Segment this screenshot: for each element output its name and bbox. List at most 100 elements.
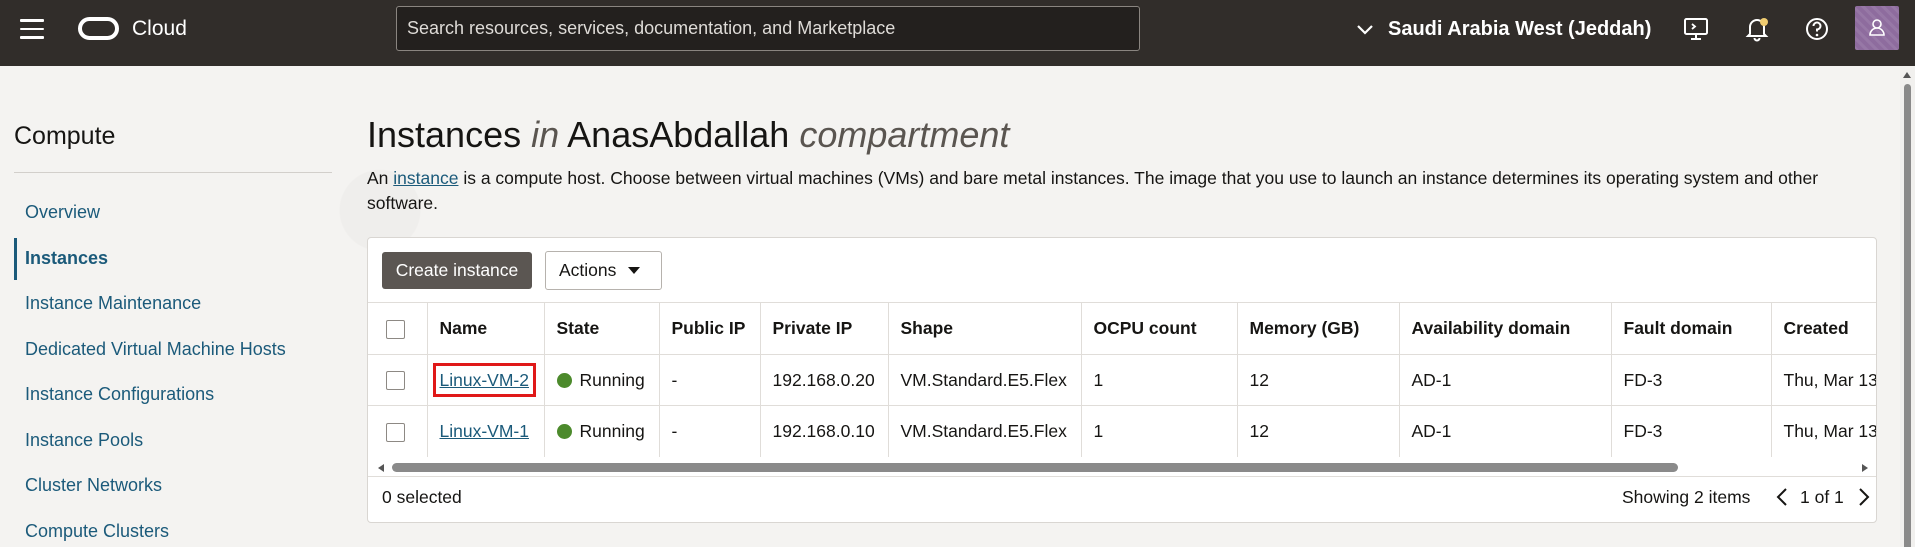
column-header[interactable]: Private IP: [760, 302, 889, 355]
sidebar-divider: [14, 172, 332, 173]
table-header-row: Name State Public IP Private IP Shape OC…: [368, 302, 1876, 355]
page-description: An instance is a compute host. Choose be…: [367, 166, 1847, 216]
chevron-down-icon: [1357, 25, 1373, 35]
table-row: Linux-VM-2 Running - 192.168.0.20 VM.Sta…: [368, 354, 1876, 406]
chevron-right-icon: [1859, 488, 1870, 506]
name-cell: Linux-VM-2: [427, 354, 545, 406]
sidebar-item-overview[interactable]: Overview: [25, 202, 100, 223]
instance-link[interactable]: Linux-VM-2: [432, 362, 537, 397]
select-all-checkbox[interactable]: [386, 319, 405, 339]
instances-panel: Create instance Actions Name State Publi…: [367, 237, 1877, 523]
private-ip-cell: 192.168.0.10: [760, 405, 889, 457]
menu-icon[interactable]: [20, 19, 44, 39]
brand-label[interactable]: Cloud: [132, 17, 187, 41]
ocpu-cell: 1: [1081, 405, 1238, 457]
row-checkbox[interactable]: [386, 371, 405, 391]
sidebar-item-dedicated-vm-hosts[interactable]: Dedicated Virtual Machine Hosts: [25, 339, 286, 360]
memory-cell: 12: [1237, 354, 1400, 406]
select-all-cell: [368, 302, 428, 355]
cloud-shell-icon[interactable]: [1683, 16, 1709, 42]
scroll-thumb[interactable]: [1904, 84, 1911, 547]
public-ip-cell: -: [659, 354, 761, 406]
items-count: Showing 2 items: [1622, 487, 1751, 507]
title-compartment: AnasAbdallah: [567, 114, 790, 155]
horizontal-scrollbar[interactable]: [368, 460, 1876, 476]
ocpu-cell: 1: [1081, 354, 1238, 406]
ad-cell: AD-1: [1399, 354, 1612, 406]
created-cell: Thu, Mar 13: [1771, 405, 1876, 457]
create-instance-button[interactable]: Create instance: [382, 252, 532, 289]
page-title: Instances in AnasAbdallah compartment: [367, 114, 1009, 156]
row-select-cell: [368, 405, 428, 457]
user-avatar[interactable]: [1855, 6, 1899, 50]
shape-cell: VM.Standard.E5.Flex: [888, 354, 1082, 406]
sidebar-item-instance-configurations[interactable]: Instance Configurations: [25, 384, 214, 405]
column-header[interactable]: Created: [1771, 302, 1876, 355]
region-selector[interactable]: Saudi Arabia West (Jeddah): [1354, 16, 1651, 42]
ad-cell: AD-1: [1399, 405, 1612, 457]
actions-label: Actions: [559, 260, 617, 280]
selected-count: 0 selected: [382, 487, 462, 507]
prev-page-button[interactable]: [1772, 485, 1792, 509]
sidebar-item-instance-maintenance[interactable]: Instance Maintenance: [25, 293, 201, 314]
row-select-cell: [368, 354, 428, 406]
column-header[interactable]: State: [544, 302, 660, 355]
actions-button[interactable]: Actions: [545, 251, 662, 290]
vertical-scrollbar[interactable]: [1900, 66, 1915, 547]
search-input[interactable]: [396, 6, 1140, 51]
running-status-icon: [556, 423, 572, 439]
sidebar-item-instances[interactable]: Instances: [25, 248, 108, 269]
row-checkbox[interactable]: [386, 422, 405, 442]
sidebar-item-compute-clusters[interactable]: Compute Clusters: [25, 521, 169, 542]
title-suffix: compartment: [799, 114, 1010, 155]
memory-cell: 12: [1237, 405, 1400, 457]
column-header[interactable]: Memory (GB): [1237, 302, 1400, 355]
public-ip-cell: -: [659, 405, 761, 457]
chevron-left-icon: [1776, 488, 1787, 506]
column-header[interactable]: OCPU count: [1081, 302, 1238, 355]
table-row: Linux-VM-1 Running - 192.168.0.10 VM.Sta…: [368, 405, 1876, 457]
pagination: 1 of 1: [1772, 485, 1874, 509]
sidebar-item-cluster-networks[interactable]: Cluster Networks: [25, 475, 162, 496]
top-bar: Cloud Saudi Arabia West (Jeddah): [0, 0, 1915, 66]
shape-cell: VM.Standard.E5.Flex: [888, 405, 1082, 457]
scroll-right-icon[interactable]: [1862, 464, 1868, 472]
footer-divider: [368, 476, 1876, 477]
oracle-logo[interactable]: [78, 17, 119, 40]
column-header[interactable]: Name: [427, 302, 545, 355]
title-main: Instances: [367, 114, 522, 155]
instances-table: Name State Public IP Private IP Shape OC…: [368, 302, 1876, 457]
caret-down-icon: [628, 267, 641, 274]
active-indicator: [14, 238, 17, 280]
private-ip-cell: 192.168.0.20: [760, 354, 889, 406]
state-cell: Running: [544, 354, 660, 406]
instance-doc-link[interactable]: instance: [393, 168, 458, 188]
sidebar-item-instance-pools[interactable]: Instance Pools: [25, 430, 143, 451]
bell-icon[interactable]: [1744, 16, 1770, 42]
title-in: in: [531, 114, 560, 155]
help-icon[interactable]: [1804, 16, 1830, 42]
desc-rest: is a compute host. Choose between virtua…: [367, 168, 1819, 213]
scroll-left-icon[interactable]: [378, 464, 384, 472]
next-page-button[interactable]: [1854, 485, 1874, 509]
column-header[interactable]: Public IP: [659, 302, 761, 355]
region-label: Saudi Arabia West (Jeddah): [1388, 17, 1652, 40]
state-text: Running: [579, 420, 645, 441]
page-indicator: 1 of 1: [1800, 486, 1844, 507]
sidebar-title: Compute: [14, 122, 116, 150]
name-cell: Linux-VM-1: [427, 405, 545, 457]
running-status-icon: [556, 372, 572, 388]
created-cell: Thu, Mar 13: [1771, 354, 1876, 406]
column-header[interactable]: Fault domain: [1611, 302, 1772, 355]
column-header[interactable]: Availability domain: [1399, 302, 1612, 355]
fd-cell: FD-3: [1611, 405, 1772, 457]
fd-cell: FD-3: [1611, 354, 1772, 406]
desc-prefix: An: [367, 168, 394, 188]
column-header[interactable]: Shape: [888, 302, 1082, 355]
state-text: Running: [579, 369, 645, 390]
user-icon: [1869, 19, 1885, 36]
state-cell: Running: [544, 405, 660, 457]
instance-link[interactable]: Linux-VM-1: [440, 421, 529, 441]
h-scroll-thumb[interactable]: [392, 463, 1678, 472]
scroll-up-icon[interactable]: [1903, 72, 1911, 78]
